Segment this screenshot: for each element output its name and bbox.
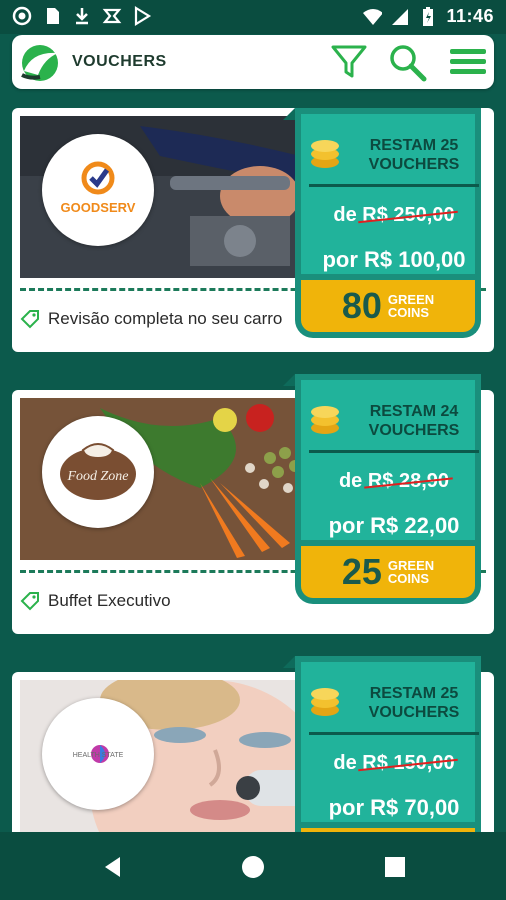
new-price: por R$ 22,00: [328, 513, 460, 538]
wifi-icon: [362, 7, 383, 27]
brand-name: HEALTH STATE: [73, 752, 124, 759]
voucher-description-row: Buffet Executivo: [20, 588, 300, 614]
voucher-price-panel[interactable]: RESTAM 24 VOUCHERS de R$ 28,90 por R$ 22…: [283, 374, 493, 610]
coins-value: 25: [341, 551, 382, 592]
remaining-vouchers: RESTAM 25 VOUCHERS: [368, 137, 460, 173]
voucher-price-panel[interactable]: RESTAM 25 VOUCHERS de R$ 150,00 por R$ 7…: [283, 656, 493, 832]
system-nav-bar: [0, 832, 506, 900]
brand-name: GOODSERV: [61, 200, 136, 215]
voucher-card[interactable]: Food Zone Buffet Executivo RESTAM 24 VOU…: [12, 374, 494, 634]
voucher-description: Revisão completa no seu carro: [48, 309, 283, 328]
green-coins-badge: 80 GREEN COINS: [295, 280, 481, 338]
voucher-description-row: Revisão completa no seu carro: [20, 306, 300, 332]
app-logo-icon: [21, 45, 58, 81]
app-icon: [102, 6, 122, 26]
battery-icon: [418, 6, 438, 27]
back-icon[interactable]: [100, 854, 126, 880]
voucher-card[interactable]: HEALTH STATE RESTAM 25 VOUCHERS de R$ 15…: [12, 656, 494, 832]
voucher-description: Buffet Executivo: [48, 591, 171, 610]
signal-icon: [390, 7, 410, 27]
old-price: de R$ 150,00: [333, 752, 455, 774]
status-bar: 11:46: [0, 0, 506, 34]
tag-icon: [20, 310, 39, 329]
coins-icon: [311, 688, 339, 716]
brand-logo: Food Zone: [42, 416, 154, 528]
price-box: RESTAM 25 VOUCHERS de R$ 250,00 por R$ 1…: [295, 108, 481, 280]
remaining-vouchers: RESTAM 24 VOUCHERS: [368, 403, 460, 439]
search-icon[interactable]: [388, 43, 428, 83]
brand-name: Food Zone: [66, 469, 128, 484]
menu-icon[interactable]: [448, 47, 488, 77]
coins-value: 80: [341, 285, 382, 326]
coins-icon: [311, 406, 339, 434]
old-price: de R$ 250,00: [333, 204, 455, 226]
old-price: de R$ 28,90: [338, 470, 450, 492]
clock: 11:46: [446, 6, 494, 26]
notification-icons: [12, 6, 152, 26]
remaining-vouchers: RESTAM 25 VOUCHERS: [368, 685, 460, 721]
home-icon[interactable]: [240, 854, 266, 880]
price-box: RESTAM 25 VOUCHERS de R$ 150,00 por R$ 7…: [295, 656, 481, 828]
page-title: VOUCHERS: [72, 53, 167, 70]
tag-icon: [20, 592, 39, 611]
recents-icon[interactable]: [382, 854, 408, 880]
voucher-card[interactable]: GOODSERV Revisão completa no seu carro R…: [12, 108, 494, 352]
new-price: por R$ 100,00: [322, 247, 466, 272]
voucher-feed[interactable]: GOODSERV Revisão completa no seu carro R…: [0, 92, 506, 832]
coins-icon: [311, 140, 339, 168]
play-store-icon: [132, 6, 152, 26]
coins-label: GREEN COINS: [387, 292, 435, 320]
system-status: 11:46: [362, 6, 494, 27]
coins-label: GREEN COINS: [387, 558, 435, 586]
download-icon: [72, 6, 92, 26]
voucher-price-panel[interactable]: RESTAM 25 VOUCHERS de R$ 250,00 por R$ 1…: [283, 108, 493, 344]
green-coins-badge: 25 GREEN COINS: [295, 546, 481, 604]
sd-card-icon: [42, 6, 62, 26]
circle-notification-icon: [12, 6, 32, 26]
brand-logo: GOODSERV: [42, 134, 154, 246]
price-box: RESTAM 24 VOUCHERS de R$ 28,90 por R$ 22…: [295, 374, 481, 546]
app-header: VOUCHERS: [12, 35, 494, 89]
filter-icon[interactable]: [330, 43, 368, 81]
brand-logo: HEALTH STATE: [42, 698, 154, 810]
new-price: por R$ 70,00: [328, 795, 460, 820]
